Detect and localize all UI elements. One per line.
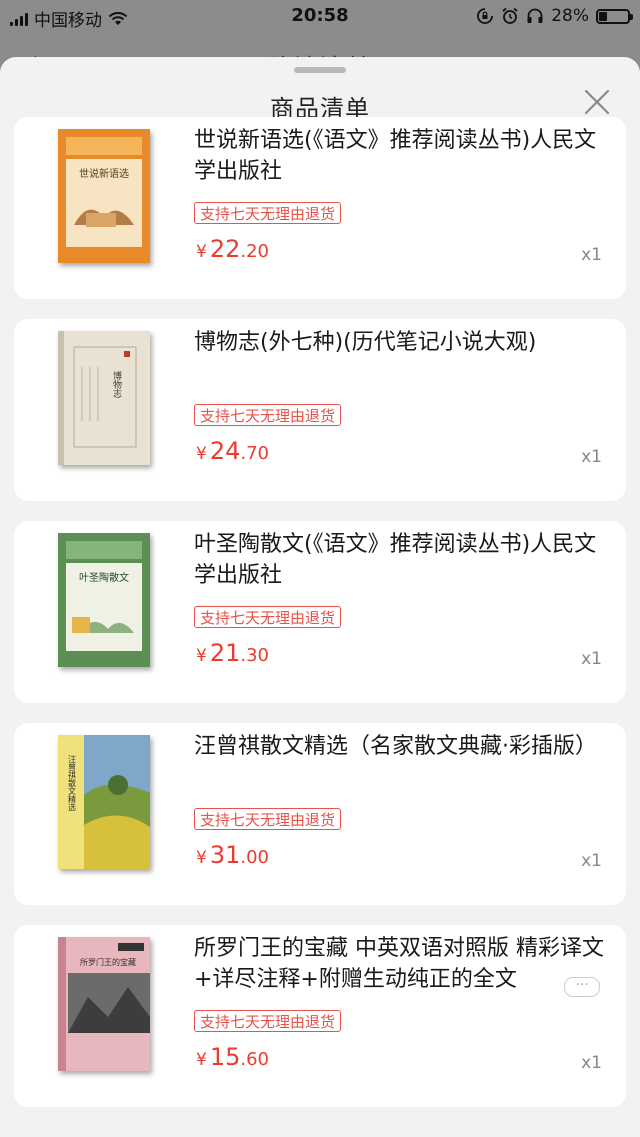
drag-handle[interactable] <box>294 67 346 73</box>
item-title: 世说新语选(《语文》推荐阅读丛书)人民文学出版社 <box>194 128 597 184</box>
price-decimal: .20 <box>240 241 270 262</box>
book-cover-image: 汪曾祺散文精选 <box>58 735 150 869</box>
product-list-sheet: 商品清单 世说新语选 世说新语选(《语文》推荐阅读丛书)人民文学出版社 支持七天… <box>0 57 640 1137</box>
return-policy-badge: 支持七天无理由退货 <box>194 606 342 628</box>
book-cover-image: 所罗门王的宝藏 <box>58 937 150 1071</box>
battery-icon <box>596 8 633 24</box>
cover-title: 叶圣陶散文 <box>79 571 129 584</box>
list-item[interactable]: 所罗门王的宝藏 所罗门王的宝藏 中英双语对照版 精彩译文+详尽注释+附赠生动纯正… <box>14 925 626 1107</box>
item-quantity: x1 <box>581 851 602 871</box>
list-item[interactable]: 汪曾祺散文精选 汪曾祺散文精选（名家散文典藏·彩插版） 支持七天无理由退货 ¥3… <box>14 723 626 905</box>
price-decimal: .00 <box>240 847 270 868</box>
more-button[interactable]: ··· <box>564 977 600 997</box>
item-quantity: x1 <box>581 1053 602 1073</box>
cover-title: 博物志 <box>111 370 122 398</box>
item-quantity: x1 <box>581 447 602 467</box>
cover-title: 汪曾祺散文精选 <box>68 755 77 812</box>
alarm-icon <box>502 7 518 24</box>
item-price: ¥21.30 <box>196 639 269 667</box>
price-integer: 15 <box>209 1043 241 1071</box>
list-item[interactable]: 世说新语选 世说新语选(《语文》推荐阅读丛书)人民文学出版社 支持七天无理由退货… <box>14 117 626 299</box>
return-policy-badge: 支持七天无理由退货 <box>194 1010 342 1032</box>
book-cover-image: 叶圣陶散文 <box>58 533 150 667</box>
item-price: ¥22.20 <box>196 235 269 263</box>
currency-symbol: ¥ <box>196 1050 207 1070</box>
price-decimal: .30 <box>240 645 270 666</box>
item-title: 叶圣陶散文(《语文》推荐阅读丛书)人民文学出版社 <box>194 532 597 588</box>
battery-percent: 28% <box>551 6 589 26</box>
list-item[interactable]: 博物志 博物志(外七种)(历代笔记小说大观) 支持七天无理由退货 ¥24.70 … <box>14 319 626 501</box>
price-integer: 24 <box>209 437 241 465</box>
list-item[interactable]: 叶圣陶散文 叶圣陶散文(《语文》推荐阅读丛书)人民文学出版社 支持七天无理由退货… <box>14 521 626 703</box>
price-decimal: .60 <box>240 1049 270 1070</box>
item-quantity: x1 <box>581 245 602 265</box>
item-title: 博物志(外七种)(历代笔记小说大观) <box>194 330 537 355</box>
book-cover-image: 博物志 <box>58 331 150 465</box>
item-price: ¥15.60 <box>196 1043 269 1071</box>
item-quantity: x1 <box>581 649 602 669</box>
return-policy-badge: 支持七天无理由退货 <box>194 808 342 830</box>
currency-symbol: ¥ <box>196 646 207 666</box>
currency-symbol: ¥ <box>196 242 207 262</box>
price-integer: 31 <box>209 841 241 869</box>
book-cover-image: 世说新语选 <box>58 129 150 263</box>
item-title: 汪曾祺散文精选（名家散文典藏·彩插版） <box>194 734 597 759</box>
item-title: 所罗门王的宝藏 中英双语对照版 精彩译文+详尽注释+附赠生动纯正的全文 <box>194 936 604 992</box>
return-policy-badge: 支持七天无理由退货 <box>194 202 342 224</box>
rotation-lock-icon <box>477 8 494 24</box>
headphones-icon <box>527 8 543 23</box>
close-icon[interactable] <box>582 87 612 117</box>
cover-title: 所罗门王的宝藏 <box>80 957 136 967</box>
return-policy-badge: 支持七天无理由退货 <box>194 404 342 426</box>
cover-title: 世说新语选 <box>79 167 129 180</box>
price-decimal: .70 <box>240 443 270 464</box>
price-integer: 22 <box>209 235 241 263</box>
item-price: ¥31.00 <box>196 841 269 869</box>
price-integer: 21 <box>209 639 241 667</box>
currency-symbol: ¥ <box>196 444 207 464</box>
status-bar: 中国移动 20:58 28% <box>0 0 640 34</box>
item-price: ¥24.70 <box>196 437 269 465</box>
currency-symbol: ¥ <box>196 848 207 868</box>
